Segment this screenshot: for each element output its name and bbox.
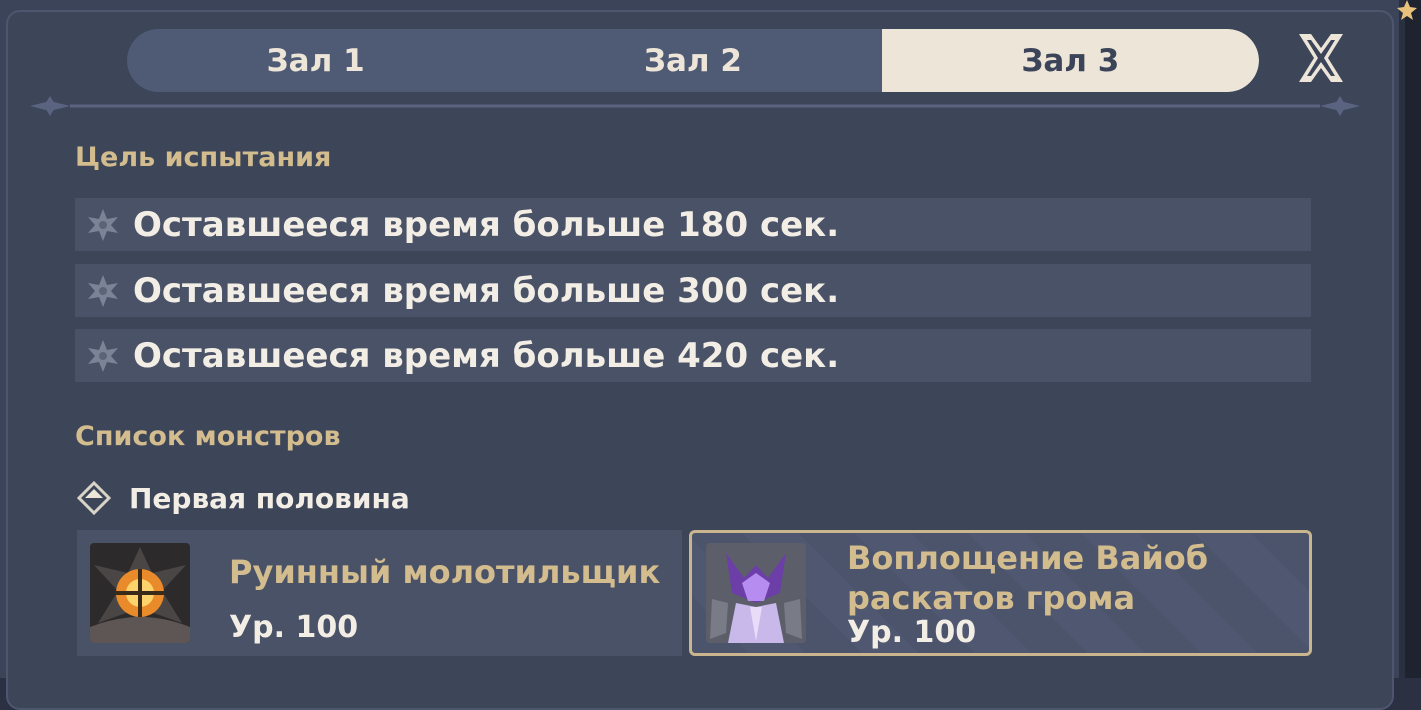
- goal-text: Оставшееся время больше 300 сек.: [133, 270, 840, 311]
- star-icon: [1397, 0, 1417, 20]
- thunder-manifestation-portrait: [706, 543, 806, 643]
- abyss-star-icon: [88, 208, 118, 241]
- tab-hall-2[interactable]: Зал 2: [504, 29, 881, 92]
- hall-tabs: Зал 1 Зал 2 Зал 3: [127, 29, 1259, 92]
- tab-hall-1[interactable]: Зал 1: [127, 29, 504, 92]
- monster-level: Ур. 100: [847, 615, 977, 650]
- first-half-label: Первая половина: [129, 481, 410, 515]
- abyss-panel: Зал 1 Зал 2 Зал 3 Цель испытания Оставше…: [0, 0, 1421, 710]
- background-edge: [1399, 0, 1421, 678]
- monsters-title: Список монстров: [75, 421, 341, 452]
- goals-title: Цель испытания: [75, 142, 332, 173]
- tab-hall-3[interactable]: Зал 3: [881, 29, 1259, 92]
- monster-card[interactable]: Руинный молотильщик Ур. 100: [77, 530, 682, 656]
- ornament-divider: [30, 96, 1360, 116]
- goal-text: Оставшееся время больше 180 сек.: [133, 204, 840, 245]
- monster-name: Руинный молотильщик: [229, 553, 661, 591]
- abyss-star-icon: [88, 274, 118, 307]
- close-icon[interactable]: [1293, 30, 1349, 86]
- monster-name: Воплощение Вайоб раскатов грома: [847, 539, 1209, 617]
- goal-row: Оставшееся время больше 180 сек.: [75, 198, 1311, 251]
- monster-level: Ур. 100: [229, 610, 359, 645]
- monster-card-selected[interactable]: Воплощение Вайоб раскатов грома Ур. 100: [689, 530, 1312, 656]
- abyss-star-icon: [88, 339, 118, 372]
- goal-row: Оставшееся время больше 420 сек.: [75, 329, 1311, 382]
- goal-text: Оставшееся время больше 420 сек.: [133, 335, 840, 376]
- goal-row: Оставшееся время больше 300 сек.: [75, 264, 1311, 317]
- ruin-grader-portrait: [90, 543, 190, 643]
- first-half-header: Первая половина: [77, 478, 410, 518]
- diamond-icon: [77, 481, 111, 515]
